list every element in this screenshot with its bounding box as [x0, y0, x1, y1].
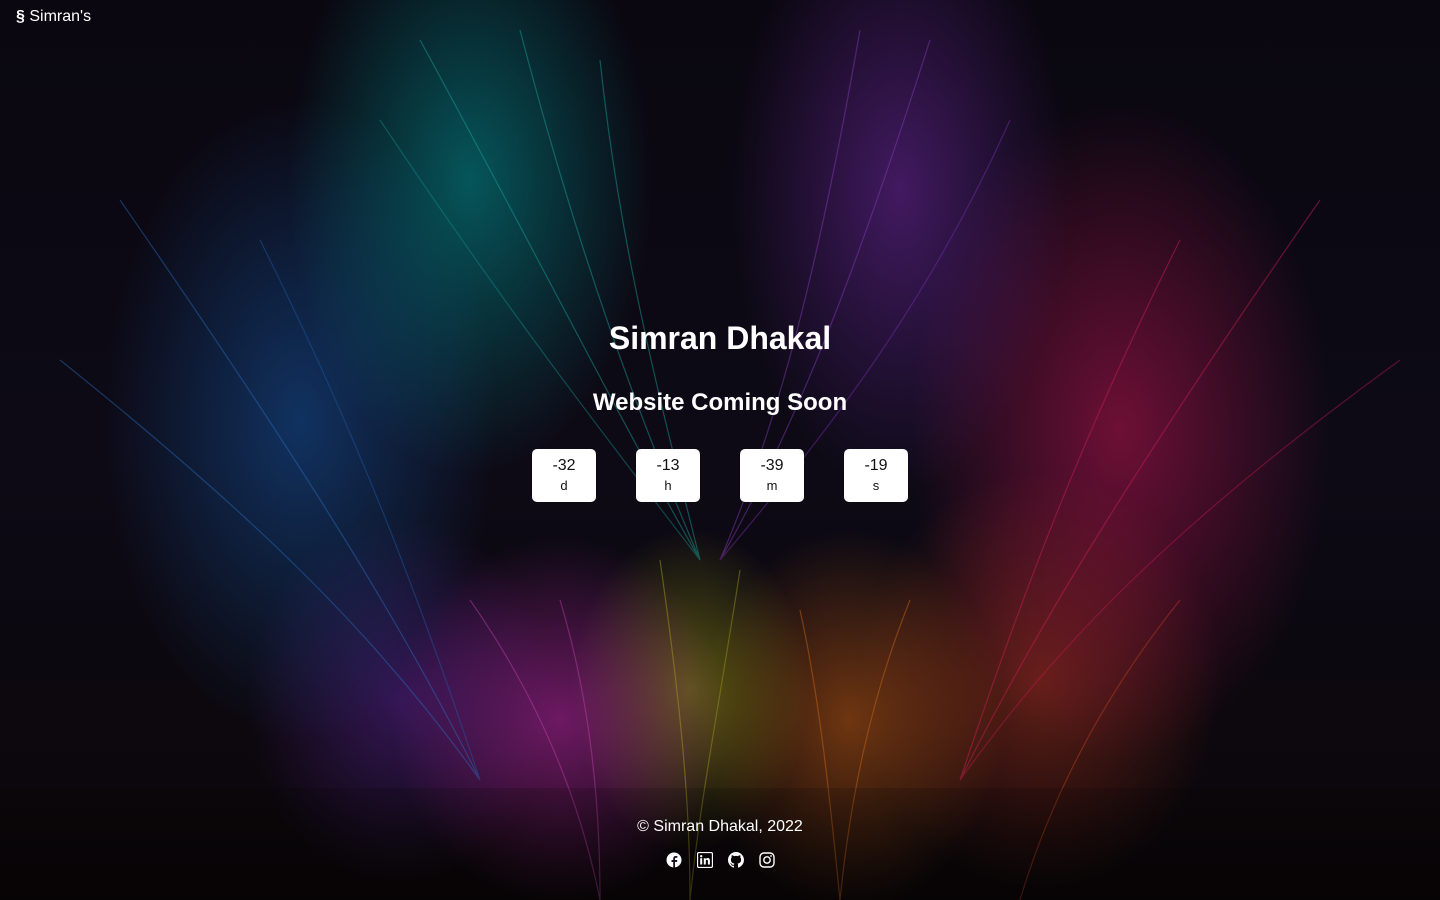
facebook-icon: [666, 852, 682, 868]
linkedin-link[interactable]: [695, 850, 715, 870]
countdown-days: -32 d: [532, 449, 596, 502]
countdown-minutes-value: -39: [760, 457, 784, 474]
copyright-text: © Simran Dhakal, 2022: [637, 818, 803, 835]
countdown-minutes: -39 m: [740, 449, 804, 502]
countdown-seconds: -19 s: [844, 449, 908, 502]
instagram-link[interactable]: [757, 850, 777, 870]
facebook-link[interactable]: [664, 850, 684, 870]
countdown-hours-value: -13: [656, 457, 680, 474]
social-links: [664, 850, 776, 870]
countdown-hours: -13 h: [636, 449, 700, 502]
github-icon: [728, 852, 744, 868]
countdown-minutes-unit: m: [766, 478, 778, 493]
linkedin-icon: [696, 851, 714, 869]
countdown-days-unit: d: [560, 478, 568, 493]
page-subtitle: Website Coming Soon: [592, 389, 848, 416]
countdown-seconds-unit: s: [872, 478, 880, 493]
page-title: Simran Dhakal: [608, 320, 832, 356]
countdown-days-value: -32: [552, 457, 576, 474]
instagram-icon: [759, 852, 775, 868]
countdown-hours-unit: h: [664, 478, 672, 493]
countdown-seconds-value: -19: [864, 457, 888, 474]
brand-logo[interactable]: § Simran's: [16, 7, 91, 27]
section-sign-icon: §: [16, 8, 25, 25]
github-link[interactable]: [726, 850, 746, 870]
brand-name: Simran's: [29, 8, 92, 25]
countdown-timer: -32 d -13 h -39 m -19 s: [532, 449, 908, 502]
footer: [0, 788, 1440, 900]
